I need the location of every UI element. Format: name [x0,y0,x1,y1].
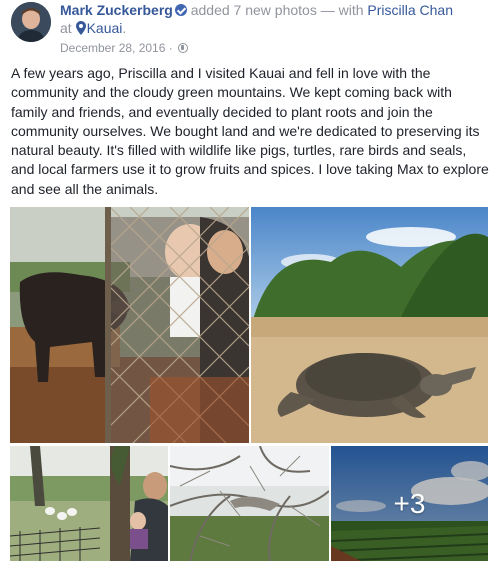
location-suffix: . [122,20,127,36]
verified-badge-icon [174,4,187,16]
post-header-location: at Kauai. [60,19,126,39]
meta-separator: · [168,41,173,55]
photo-sea-turtle[interactable] [251,207,488,443]
photo-field-more[interactable]: +3 [331,446,488,561]
globe-icon[interactable] [178,43,189,53]
tagged-person-link[interactable]: Priscilla Chan [367,2,453,18]
at-text: at [60,20,72,36]
author-name[interactable]: Mark Zuckerberg [60,2,173,18]
post-header: Mark Zuckerberg added 7 new photos — wit… [60,1,485,19]
photo-birds-and-family[interactable] [10,446,168,561]
post-text: A few years ago, Priscilla and I visited… [11,65,489,197]
photo-tree-branches[interactable] [170,446,329,561]
photo-pig-and-child[interactable] [10,207,249,443]
author-avatar[interactable] [11,2,51,42]
location-link[interactable]: Kauai [87,20,123,36]
post-date-link[interactable]: December 28, 2016 [60,41,165,55]
post-meta: December 28, 2016 · [60,41,189,55]
more-photos-overlay[interactable]: +3 [331,446,488,561]
map-pin-icon [75,21,86,39]
post-action-text: added 7 new photos — with [190,2,364,18]
more-photos-count: +3 [393,487,426,519]
feed-post: Mark Zuckerberg added 7 new photos — wit… [0,0,489,561]
